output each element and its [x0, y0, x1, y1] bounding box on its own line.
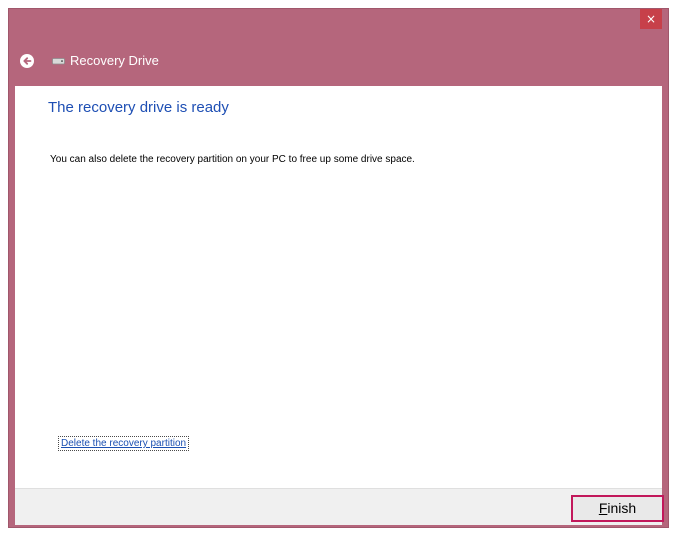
page-heading: The recovery drive is ready [48, 99, 229, 116]
finish-button[interactable]: Finish [571, 495, 664, 522]
close-button[interactable]: × [640, 9, 662, 29]
navigation-bar: Recovery Drive [9, 34, 668, 86]
delete-recovery-partition-link[interactable]: Delete the recovery partition [57, 436, 190, 451]
recovery-drive-window: × Recovery Drive The recovery drive is r… [8, 8, 669, 528]
back-button[interactable] [20, 54, 34, 68]
content-panel: The recovery drive is ready You can also… [15, 86, 662, 488]
title-bar: × [9, 9, 668, 34]
window-title: Recovery Drive [70, 53, 159, 68]
drive-icon [52, 58, 65, 65]
close-icon: × [645, 12, 657, 26]
footer-bar: Finish [15, 488, 664, 525]
back-arrow-icon [20, 54, 34, 68]
finish-label: inish [607, 500, 637, 516]
description-text: You can also delete the recovery partiti… [50, 154, 415, 165]
